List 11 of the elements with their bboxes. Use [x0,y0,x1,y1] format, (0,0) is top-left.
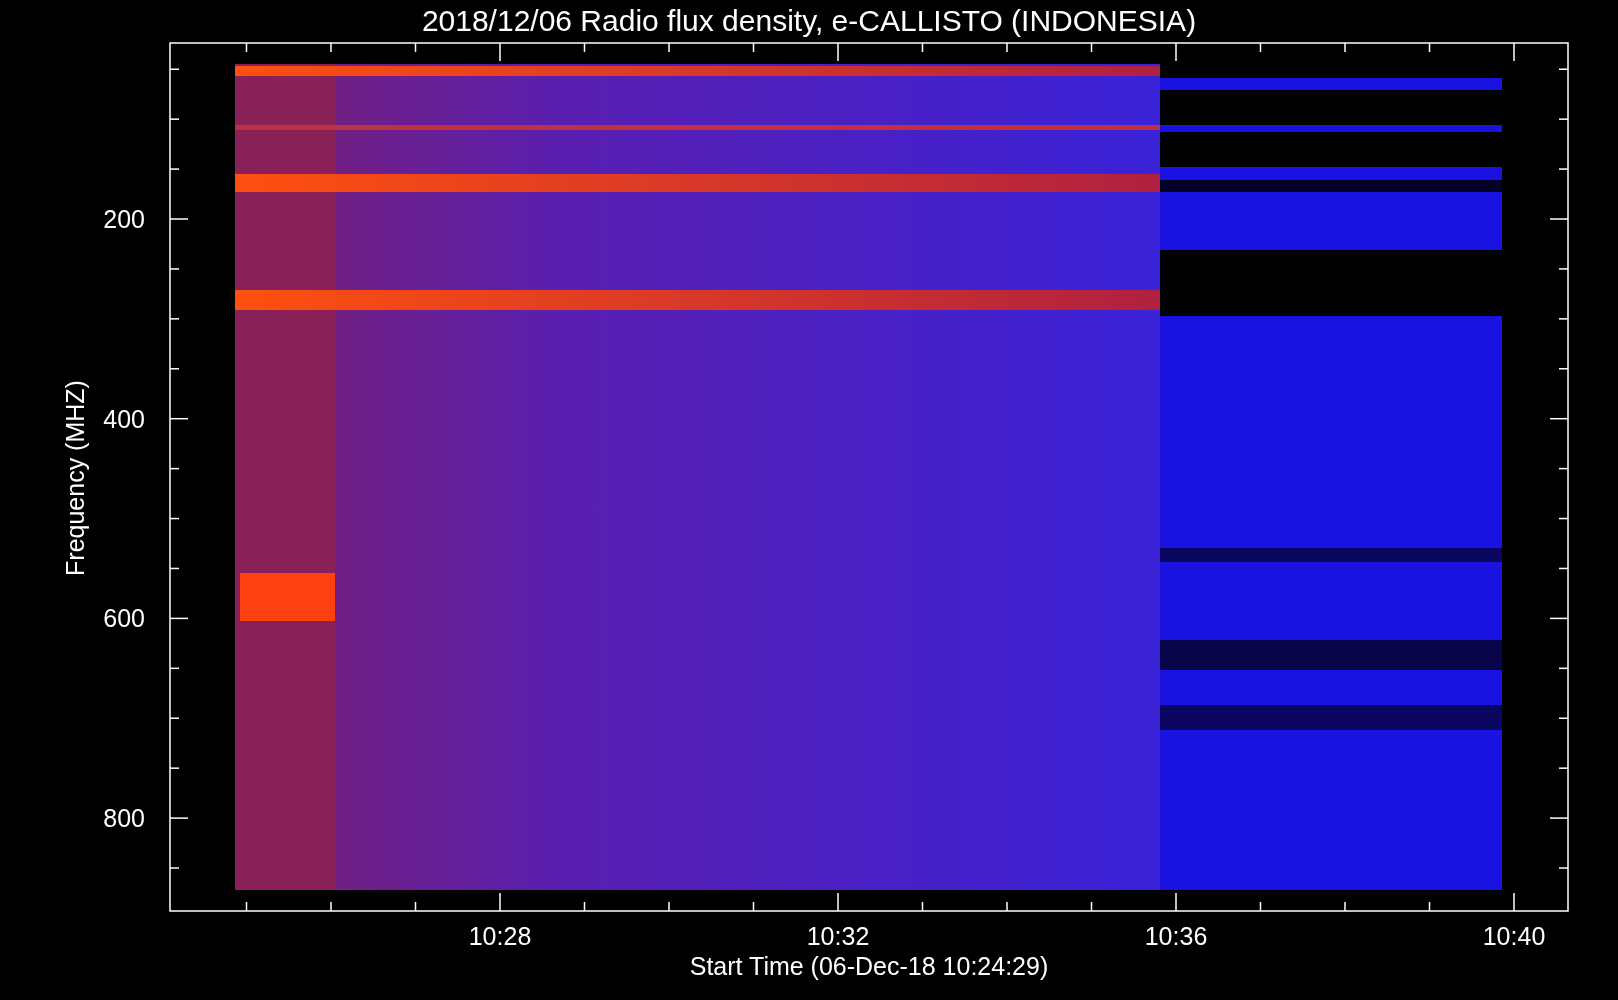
tick-label: 10:32 [806,922,870,950]
tick-label: 400 [103,404,145,433]
axis-label: Start Time (06-Dec-18 10:24:29) [689,952,1049,980]
tick-label: 200 [103,205,145,233]
tick-label: 10:36 [1144,922,1208,950]
tick-label: 10:28 [468,922,532,950]
tick-label: 800 [103,804,145,833]
axis-label: Frequency (MHZ) [61,380,89,576]
chart-title: 2018/12/06 Radio flux density, e-CALLISTO (INDONESIA) [421,4,1197,37]
tick-label: 10:40 [1482,922,1546,950]
tick-label: 600 [103,604,145,633]
